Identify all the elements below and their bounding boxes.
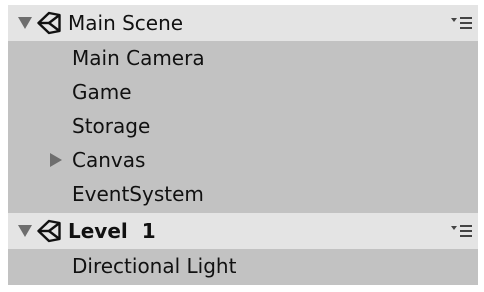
collapse-arrow-icon[interactable] [18, 17, 32, 29]
hierarchy-panel: Main Scene Main Camera Game Storage Canv… [8, 5, 478, 285]
collapse-arrow-icon[interactable] [18, 225, 32, 237]
unity-logo-icon [37, 11, 61, 35]
scene-title: Main Scene [68, 11, 184, 35]
hierarchy-item-label: Game [72, 80, 132, 104]
hierarchy-item-label: Storage [72, 114, 151, 138]
hierarchy-item-main-camera[interactable]: Main Camera [8, 41, 478, 75]
scene-menu-icon[interactable] [451, 16, 473, 30]
hierarchy-item-label: Directional Light [72, 254, 237, 278]
hierarchy-item-eventsystem[interactable]: EventSystem [8, 177, 478, 211]
hierarchy-item-label: EventSystem [72, 182, 204, 206]
hierarchy-item-game[interactable]: Game [8, 75, 478, 109]
expand-arrow-icon[interactable] [50, 153, 62, 167]
hierarchy-item-label: Main Camera [72, 46, 205, 70]
scene-title: Level 1 [68, 219, 156, 243]
scene-menu-icon[interactable] [451, 224, 473, 238]
unity-logo-icon [37, 219, 61, 243]
hierarchy-item-directional-light[interactable]: Directional Light [8, 249, 478, 283]
hierarchy-item-storage[interactable]: Storage [8, 109, 478, 143]
scene-header-main-scene[interactable]: Main Scene [8, 5, 478, 41]
hierarchy-item-label: Canvas [72, 148, 146, 172]
hierarchy-item-canvas[interactable]: Canvas [8, 143, 478, 177]
scene-header-level-1[interactable]: Level 1 [8, 213, 478, 249]
